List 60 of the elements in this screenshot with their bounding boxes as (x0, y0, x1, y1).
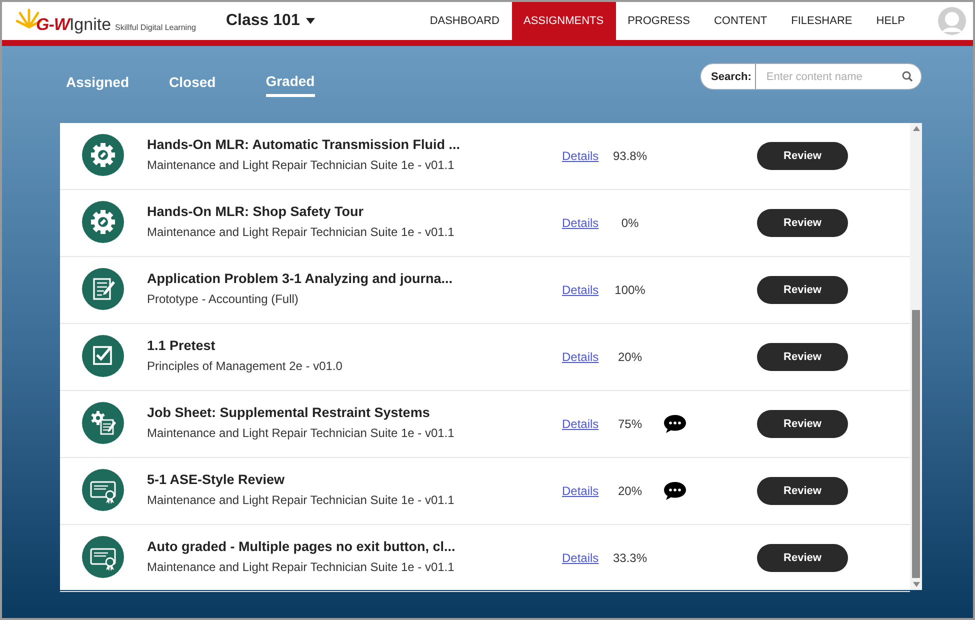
course-name: Maintenance and Light Repair Technician Suite 1e - v01.1 (147, 560, 456, 574)
caret-icon (306, 18, 315, 24)
score-text: 33.3% (612, 551, 648, 565)
course-name: Principles of Management 2e - v01.0 (147, 358, 344, 372)
assignment-title: 5-1 ASE-Style Review (147, 472, 286, 486)
scroll-thumb[interactable] (912, 310, 920, 578)
details-link[interactable]: Details (562, 484, 609, 498)
course-name: Maintenance and Light Repair Technician Suite 1e - v01.1 (147, 224, 456, 238)
course-name: Maintenance and Light Repair Technician Suite 1e - v01.1 (147, 426, 456, 440)
certificate-icon (82, 469, 124, 511)
checkbox-icon (82, 335, 124, 377)
course-name: Prototype - Accounting (Full) (147, 292, 300, 306)
details-link[interactable]: Details (562, 350, 609, 364)
nav-link[interactable]: ASSIGNMENTS (512, 2, 616, 40)
assignment-title: Auto graded - Multiple pages no exit button, cl... (147, 538, 456, 554)
assignment-title: Job Sheet: Supplemental Restraint Systems (147, 404, 431, 420)
scrollbar[interactable] (910, 123, 922, 590)
score-text: 75% (616, 417, 644, 431)
review-button[interactable]: Review (757, 209, 848, 237)
review-button[interactable]: Review (757, 142, 848, 170)
review-button[interactable]: Review (757, 544, 848, 572)
score-text: 20% (616, 484, 644, 498)
review-button[interactable]: Review (757, 477, 848, 505)
details-link[interactable]: Details (562, 417, 609, 431)
gear-icon (82, 134, 124, 176)
gear-document-icon (82, 402, 124, 444)
nav-link[interactable]: DASHBOARD (418, 2, 512, 40)
certificate-icon (82, 536, 124, 578)
score-text: 20% (616, 350, 644, 364)
nav-link[interactable]: HELP (864, 2, 917, 40)
scroll-down-icon[interactable] (912, 582, 920, 587)
logo-tagline: Skillful Digital Learning (115, 23, 196, 32)
score-text: 100% (614, 283, 646, 297)
details-link[interactable]: Details (562, 216, 609, 230)
review-button[interactable]: Review (757, 343, 848, 371)
details-link[interactable]: Details (562, 283, 609, 297)
scroll-up-icon[interactable] (912, 126, 920, 131)
course-name: Maintenance and Light Repair Technician Suite 1e - v01.1 (147, 492, 456, 506)
comment-icon[interactable] (663, 481, 687, 501)
search-bar[interactable]: Search: Enter content name (700, 63, 922, 90)
document-pencil-icon (82, 268, 124, 310)
assignment-title: Hands-On MLR: Automatic Transmission Fluid ... (147, 136, 462, 152)
nav-link[interactable]: FILESHARE (779, 2, 864, 40)
nav-link[interactable]: PROGRESS (616, 2, 702, 40)
assignment-title: Application Problem 3-1 Analyzing and journa... (147, 270, 454, 286)
details-link[interactable]: Details (562, 149, 609, 163)
assignment-title: 1.1 Pretest (147, 338, 216, 352)
review-button[interactable]: Review (757, 276, 848, 304)
details-link[interactable]: Details (562, 551, 609, 565)
gear-icon (82, 201, 124, 243)
comment-icon[interactable] (663, 414, 687, 434)
nav-link[interactable]: CONTENT (702, 2, 780, 40)
search-icon[interactable] (902, 71, 913, 82)
score-text: 93.8% (612, 149, 648, 163)
logo-brand: G-W (36, 15, 70, 35)
course-name: Maintenance and Light Repair Technician Suite 1e - v01.1 (147, 158, 456, 172)
assignment-title: Hands-On MLR: Shop Safety Tour (147, 204, 364, 218)
review-button[interactable]: Review (757, 410, 848, 438)
class-selector[interactable]: Class 101 (226, 12, 315, 30)
score-text: 0% (620, 216, 640, 230)
